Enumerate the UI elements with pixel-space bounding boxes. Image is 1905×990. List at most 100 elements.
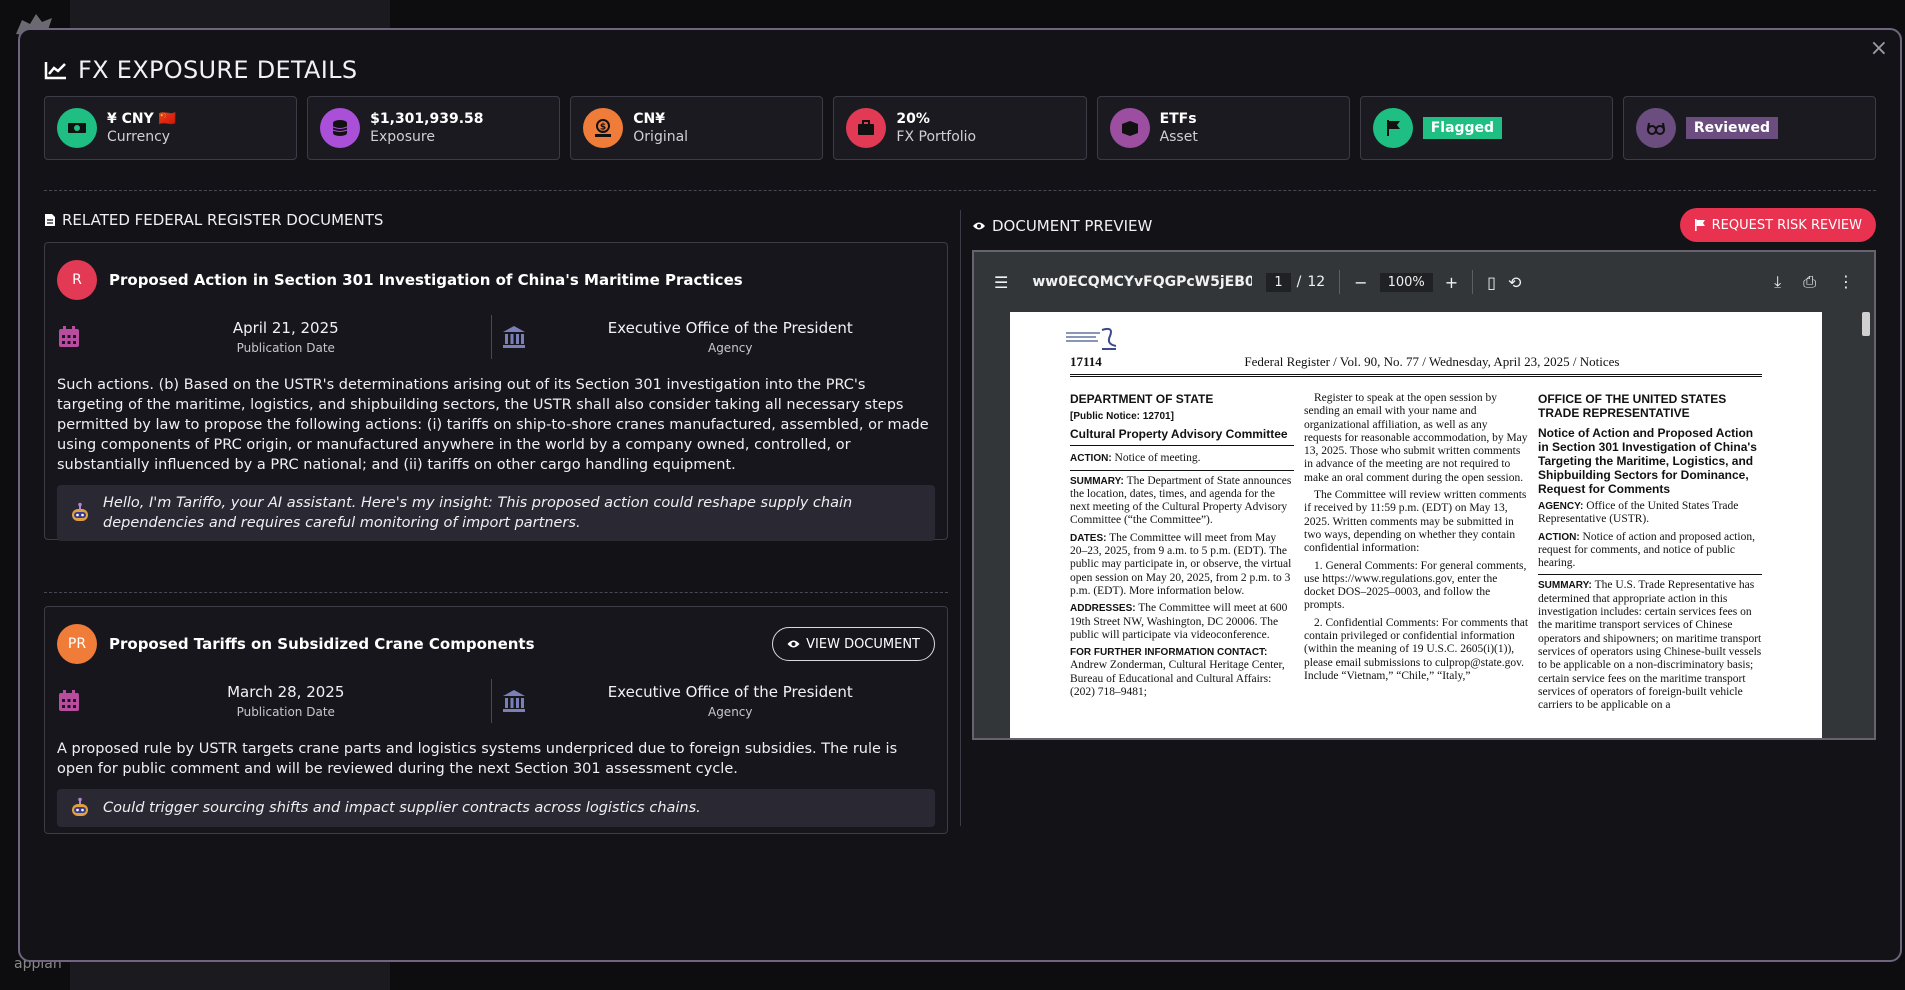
view-controls: ▯ ⟲ [1487, 273, 1521, 292]
chip-label: Asset [1159, 129, 1198, 145]
chip-value: ETFs [1159, 111, 1197, 127]
eye-icon [787, 640, 800, 648]
agency: Executive Office of the President Agency [490, 679, 936, 723]
view-document-button[interactable]: VIEW DOCUMENT [772, 627, 935, 661]
document-card: PR Proposed Tariffs on Subsidized Crane … [44, 606, 948, 834]
robot-icon [72, 502, 88, 521]
summary-text: SUMMARY: The Department of State announc… [1070, 474, 1292, 527]
svg-text:$: $ [600, 123, 606, 133]
document-preview-section: DOCUMENT PREVIEW REQUEST RISK REVIEW ☰ w… [972, 208, 1876, 740]
addresses-text: ADDRESSES: The Committee will meet at 60… [1070, 602, 1288, 641]
request-risk-review-button[interactable]: REQUEST RISK REVIEW [1679, 208, 1876, 242]
pdf-page: 17114 Federal Register / Vol. 90, No. 77… [1010, 312, 1822, 738]
calendar-icon [59, 690, 79, 711]
agency-value: Executive Office of the President [607, 319, 853, 337]
agency-text: AGENCY: Office of the United States Trad… [1538, 500, 1739, 526]
ai-insight: Could trigger sourcing shifts and impact… [57, 789, 935, 827]
document-title: Proposed Action in Section 301 Investiga… [109, 271, 743, 289]
close-icon[interactable]: × [1870, 36, 1888, 61]
column-divider [960, 210, 961, 826]
chip-reviewed: Reviewed [1622, 96, 1876, 160]
column-paragraph: Register to speak at the open session by… [1304, 392, 1528, 484]
fx-exposure-modal: × FX EXPOSURE DETAILS ¥ CNY 🇨🇳 Currency … [18, 28, 1902, 962]
fit-page-icon[interactable]: ▯ [1487, 273, 1496, 292]
page-input[interactable]: 1 [1266, 272, 1291, 292]
ai-insight: Hello, I'm Tariffo, your AI assistant. H… [57, 485, 935, 541]
briefcase-icon [846, 108, 887, 148]
document-meta: March 28, 2025 Publication Date Executiv… [57, 673, 935, 729]
chip-exposure: $1,301,939.58 Exposure [307, 96, 561, 160]
date-value: April 21, 2025 [232, 319, 339, 337]
print-icon[interactable]: ⎙ [1803, 272, 1816, 292]
status-badge: Flagged [1422, 117, 1503, 139]
chip-asset: ETFs Asset [1096, 96, 1350, 160]
page-column-1: DEPARTMENT OF STATE [Public Notice: 1270… [1070, 392, 1294, 703]
flag-icon [1694, 219, 1705, 231]
divider [44, 592, 948, 593]
agency-value: Executive Office of the President [607, 683, 853, 701]
summary-chips: ¥ CNY 🇨🇳 Currency $1,301,939.58 Exposure… [44, 96, 1876, 160]
column-subheading: Notice of Action and Proposed Action in … [1538, 426, 1757, 496]
page-number: 17114 [1070, 354, 1102, 369]
pdf-scrollbar[interactable] [1862, 312, 1870, 336]
pdf-file-name: ww0ECQMCYvFQGPcW5jEB0oA... [1032, 274, 1253, 290]
zoom-in-icon[interactable]: + [1445, 273, 1458, 292]
ai-insight-text: Hello, I'm Tariffo, your AI assistant. H… [103, 495, 853, 531]
eye-icon [973, 222, 985, 230]
date-value: March 28, 2025 [227, 683, 345, 701]
document-meta: April 21, 2025 Publication Date Executiv… [57, 309, 935, 365]
dates-text: DATES: The Committee will meet from May … [1070, 531, 1292, 597]
agency: Executive Office of the President Agency [490, 315, 936, 359]
column-paragraph: 2. Confidential Comments: For comments t… [1304, 616, 1529, 682]
more-options-icon[interactable]: ⋮ [1838, 272, 1854, 292]
chip-flagged: Flagged [1359, 96, 1613, 160]
agency-label: Agency [707, 705, 753, 719]
pdf-viewer[interactable]: ☰ ww0ECQMCYvFQGPcW5jEB0oA... 1 / 12 − 10… [972, 250, 1876, 740]
summary-text: SUMMARY: The U.S. Trade Representative h… [1538, 579, 1762, 712]
coins-icon [320, 108, 361, 148]
glasses-icon [1635, 108, 1676, 148]
robot-icon [72, 797, 88, 816]
file-icon [45, 214, 55, 226]
page-separator: / [1296, 274, 1302, 290]
avatar: R [57, 260, 97, 300]
action-text: ACTION: Notice of meeting. [1070, 452, 1294, 471]
menu-icon[interactable]: ☰ [994, 273, 1008, 292]
document-title: Proposed Tariffs on Subsidized Crane Com… [109, 635, 535, 653]
avatar: PR [57, 624, 97, 664]
page-header-text: Federal Register / Vol. 90, No. 77 / Wed… [1244, 354, 1620, 369]
chip-fx-portfolio: 20% FX Portfolio [833, 96, 1087, 160]
zoom-out-icon[interactable]: − [1354, 273, 1367, 292]
document-description: A proposed rule by USTR targets crane pa… [57, 741, 898, 777]
zoom-level[interactable]: 100% [1379, 272, 1433, 292]
gpo-seal-icon [1066, 327, 1117, 350]
status-badge: Reviewed [1685, 117, 1778, 139]
calendar-icon [59, 326, 79, 347]
chip-label: Original [633, 129, 689, 145]
chip-label: FX Portfolio [896, 129, 977, 145]
pdf-actions: ⤓ ⎙ ⋮ [1774, 272, 1854, 292]
rotate-icon[interactable]: ⟲ [1508, 273, 1521, 292]
document-description: Such actions. (b) Based on the USTR's de… [57, 377, 929, 473]
download-icon[interactable]: ⤓ [1774, 272, 1781, 292]
modal-title: FX EXPOSURE DETAILS [78, 56, 358, 84]
pdf-page-control: 1 / 12 [1266, 272, 1325, 292]
document-card: R Proposed Action in Section 301 Investi… [44, 242, 948, 541]
section-heading-text: DOCUMENT PREVIEW [992, 217, 1153, 235]
landmark-icon [502, 690, 525, 712]
card-header: R Proposed Action in Section 301 Investi… [57, 253, 935, 307]
box-open-icon [1109, 108, 1150, 148]
chip-value: ¥ CNY 🇨🇳 [107, 111, 177, 127]
agency-label: Agency [707, 341, 753, 355]
publication-date: March 28, 2025 Publication Date [57, 679, 491, 723]
money-bill-icon [57, 108, 97, 148]
pdf-toolbar: ☰ ww0ECQMCYvFQGPcW5jEB0oA... 1 / 12 − 10… [974, 252, 1874, 312]
column-heading: DEPARTMENT OF STATE [1070, 392, 1214, 406]
column-heading: OFFICE OF THE UNITED STATES TRADE REPRES… [1538, 392, 1727, 420]
chip-value: 20% [896, 111, 930, 127]
chip-label: Currency [107, 129, 171, 145]
contact-text: FOR FURTHER INFORMATION CONTACT: Andrew Z… [1070, 647, 1285, 699]
card-header: PR Proposed Tariffs on Subsidized Crane … [57, 617, 935, 671]
chart-line-icon [44, 62, 66, 80]
divider [44, 190, 1876, 191]
